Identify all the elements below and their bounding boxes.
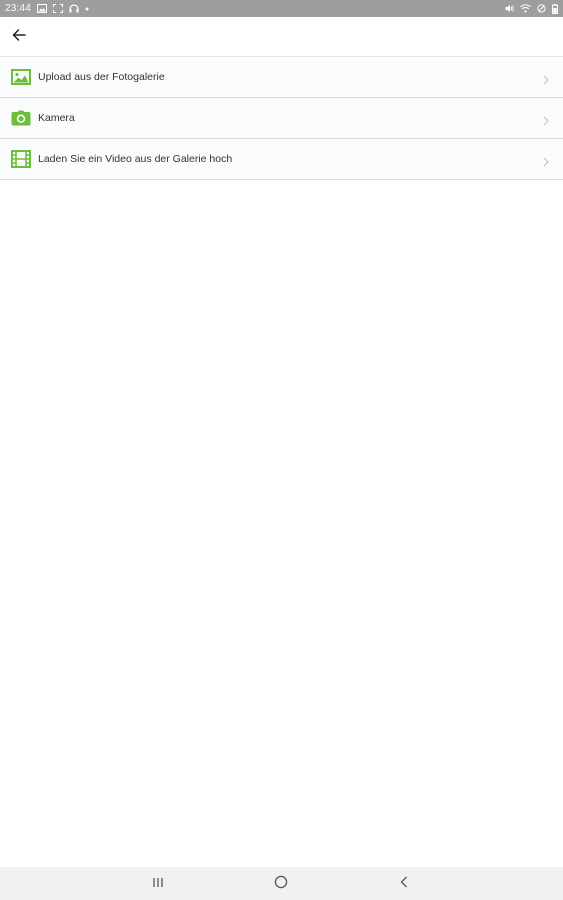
- battery-icon: [552, 3, 558, 14]
- back-icon: [400, 875, 408, 893]
- home-icon: [274, 875, 288, 894]
- screenshot-icon: [53, 4, 64, 13]
- menu-item-label: Kamera: [38, 112, 75, 124]
- upload-options-list: Upload aus der Fotogalerie Kamera Laden …: [0, 57, 563, 180]
- arrow-left-icon: [12, 28, 26, 46]
- wifi-icon: [520, 4, 531, 13]
- screen: 23:44 Upload aus der Fotogalerie Kamera …: [0, 0, 563, 900]
- upload-video-item[interactable]: Laden Sie ein Video aus der Galerie hoch: [0, 139, 563, 180]
- upload-from-gallery-item[interactable]: Upload aus der Fotogalerie: [0, 57, 563, 98]
- status-bar: 23:44: [0, 0, 563, 17]
- status-right: [505, 3, 558, 14]
- back-button[interactable]: [7, 25, 31, 49]
- mute-icon: [505, 4, 514, 13]
- camera-item[interactable]: Kamera: [0, 98, 563, 139]
- system-back-button[interactable]: [393, 873, 415, 895]
- navigation-bar: [0, 867, 563, 900]
- status-left: 23:44: [5, 3, 89, 14]
- headphones-icon: [69, 4, 79, 13]
- app-bar: [0, 17, 563, 57]
- menu-item-label: Laden Sie ein Video aus der Galerie hoch: [38, 153, 233, 165]
- status-time: 23:44: [5, 3, 32, 14]
- menu-item-label: Upload aus der Fotogalerie: [38, 71, 165, 83]
- film-icon: [11, 150, 31, 168]
- chevron-right-icon: [543, 113, 549, 126]
- image-icon: [11, 68, 31, 86]
- alarm-icon: [537, 4, 546, 13]
- home-button[interactable]: [270, 873, 292, 895]
- gallery-icon: [37, 4, 48, 13]
- recent-apps-button[interactable]: [147, 873, 169, 895]
- recent-apps-icon: [152, 875, 164, 893]
- chevron-right-icon: [543, 72, 549, 85]
- camera-icon: [11, 109, 31, 127]
- dot-icon: [85, 7, 89, 11]
- chevron-right-icon: [543, 154, 549, 167]
